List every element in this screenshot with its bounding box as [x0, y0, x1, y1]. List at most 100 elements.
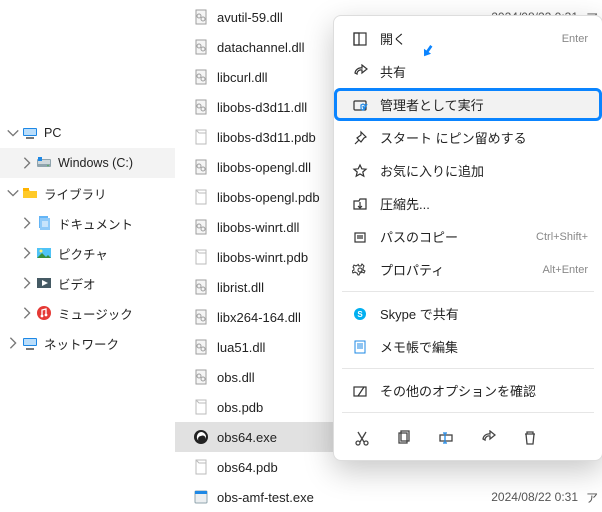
documents-icon	[34, 215, 54, 231]
menu-item-label: プロパティ	[372, 260, 542, 279]
menu-item-7[interactable]: プロパティAlt+Enter	[334, 253, 602, 286]
menu-item-label: 開く	[372, 29, 562, 48]
chevron-right-icon[interactable]	[20, 305, 34, 321]
sidebar-item-2[interactable]: ライブラリ	[0, 178, 175, 208]
chevron-right-icon[interactable]	[20, 215, 34, 231]
compress-icon	[348, 196, 372, 212]
menu-separator	[342, 291, 594, 292]
chevron-down-icon[interactable]	[6, 185, 20, 201]
menu-item-label: パスのコピー	[372, 227, 536, 246]
dll-icon	[191, 309, 211, 325]
chevron-right-icon[interactable]	[20, 275, 34, 291]
pictures-icon	[34, 245, 54, 261]
pdb-icon	[191, 249, 211, 265]
file-name: obs-amf-test.exe	[211, 490, 471, 505]
sidebar-item-label: ライブラリ	[40, 184, 107, 203]
open-icon	[348, 31, 372, 47]
sidebar-item-7[interactable]: ネットワーク	[0, 328, 175, 358]
menu-item-label: Skype で共有	[372, 304, 588, 323]
menu-separator	[342, 368, 594, 369]
sidebar-item-label: ネットワーク	[40, 334, 119, 353]
menu-item-3[interactable]: スタート にピン留めする	[334, 121, 602, 154]
sidebar-item-label: Windows (C:)	[54, 156, 133, 170]
dll-icon	[191, 219, 211, 235]
delete-icon[interactable]	[520, 428, 540, 448]
chevron-right-icon[interactable]	[20, 155, 34, 171]
menu-item-1[interactable]: 共有	[334, 55, 602, 88]
sidebar-item-label: ビデオ	[54, 274, 96, 293]
music-icon	[34, 305, 54, 321]
menu-item-label: 共有	[372, 62, 588, 81]
menu-item-label: お気に入りに追加	[372, 161, 588, 180]
menu-item-accelerator: Alt+Enter	[542, 264, 588, 276]
drive-icon	[34, 155, 54, 171]
dll-icon	[191, 159, 211, 175]
sidebar-item-4[interactable]: ピクチャ	[0, 238, 175, 268]
context-menu: 開くEnter 共有管理者として実行スタート にピン留めするお気に入りに追加圧縮先…	[333, 15, 602, 461]
sidebar-item-label: PC	[40, 126, 61, 140]
menu-action-bar	[334, 418, 602, 454]
dll-icon	[191, 39, 211, 55]
pdb-icon	[191, 459, 211, 475]
exe-icon	[191, 489, 211, 505]
menu-separator	[342, 412, 594, 413]
file-type: ア	[586, 489, 602, 506]
menu-item-label: 管理者として実行	[372, 95, 588, 114]
pc-icon	[20, 125, 40, 141]
menu-item-accelerator: Ctrl+Shift+	[536, 231, 588, 243]
admin-icon	[348, 97, 372, 113]
dll-icon	[191, 99, 211, 115]
share-action-icon[interactable]	[478, 428, 498, 448]
file-row[interactable]: obs-amf-test.exe2024/08/22 0:31ア	[175, 482, 602, 512]
rename-icon[interactable]	[436, 428, 456, 448]
folder-icon	[20, 185, 40, 201]
more-icon	[348, 383, 372, 399]
notepad-icon	[348, 339, 372, 355]
chevron-down-icon[interactable]	[6, 125, 20, 141]
pdb-icon	[191, 129, 211, 145]
skype-icon: S	[348, 306, 372, 322]
sidebar-item-6[interactable]: ミュージック	[0, 298, 175, 328]
sidebar-item-3[interactable]: ドキュメント	[0, 208, 175, 238]
menu-item-5[interactable]: 圧縮先...	[334, 187, 602, 220]
sidebar-item-label: ドキュメント	[54, 214, 133, 233]
menu-item-label: スタート にピン留めする	[372, 128, 588, 147]
pdb-icon	[191, 399, 211, 415]
dll-icon	[191, 279, 211, 295]
chevron-right-icon[interactable]	[6, 335, 20, 351]
copypath-icon	[348, 229, 372, 245]
menu-item-6[interactable]: パスのコピーCtrl+Shift+	[334, 220, 602, 253]
sidebar-item-5[interactable]: ビデオ	[0, 268, 175, 298]
properties-icon	[348, 262, 372, 278]
obs-icon	[191, 429, 211, 445]
pdb-icon	[191, 189, 211, 205]
file-name: obs64.pdb	[211, 460, 602, 475]
menu-item-9[interactable]: S Skype で共有	[334, 297, 602, 330]
menu-item-4[interactable]: お気に入りに追加	[334, 154, 602, 187]
sidebar-item-label: ピクチャ	[54, 244, 108, 263]
pin-icon	[348, 130, 372, 146]
dll-icon	[191, 339, 211, 355]
svg-text:S: S	[357, 310, 363, 319]
network-icon	[20, 335, 40, 351]
menu-item-label: 圧縮先...	[372, 194, 588, 213]
dll-icon	[191, 9, 211, 25]
videos-icon	[34, 275, 54, 291]
dll-icon	[191, 69, 211, 85]
sidebar-item-1[interactable]: Windows (C:)	[0, 148, 175, 178]
chevron-right-icon[interactable]	[20, 245, 34, 261]
menu-item-10[interactable]: メモ帳で編集	[334, 330, 602, 363]
menu-item-0[interactable]: 開くEnter	[334, 22, 602, 55]
sidebar-item-label: ミュージック	[54, 304, 133, 323]
favorite-icon	[348, 163, 372, 179]
menu-item-label: その他のオプションを確認	[372, 381, 588, 400]
cut-icon[interactable]	[352, 428, 372, 448]
menu-item-accelerator: Enter	[562, 33, 588, 45]
annotation-arrow	[420, 42, 436, 58]
share-icon	[348, 64, 372, 80]
menu-item-2[interactable]: 管理者として実行	[334, 88, 602, 121]
sidebar-item-0[interactable]: PC	[0, 118, 175, 148]
menu-item-label: メモ帳で編集	[372, 337, 588, 356]
copy-icon[interactable]	[394, 428, 414, 448]
menu-item-12[interactable]: その他のオプションを確認	[334, 374, 602, 407]
